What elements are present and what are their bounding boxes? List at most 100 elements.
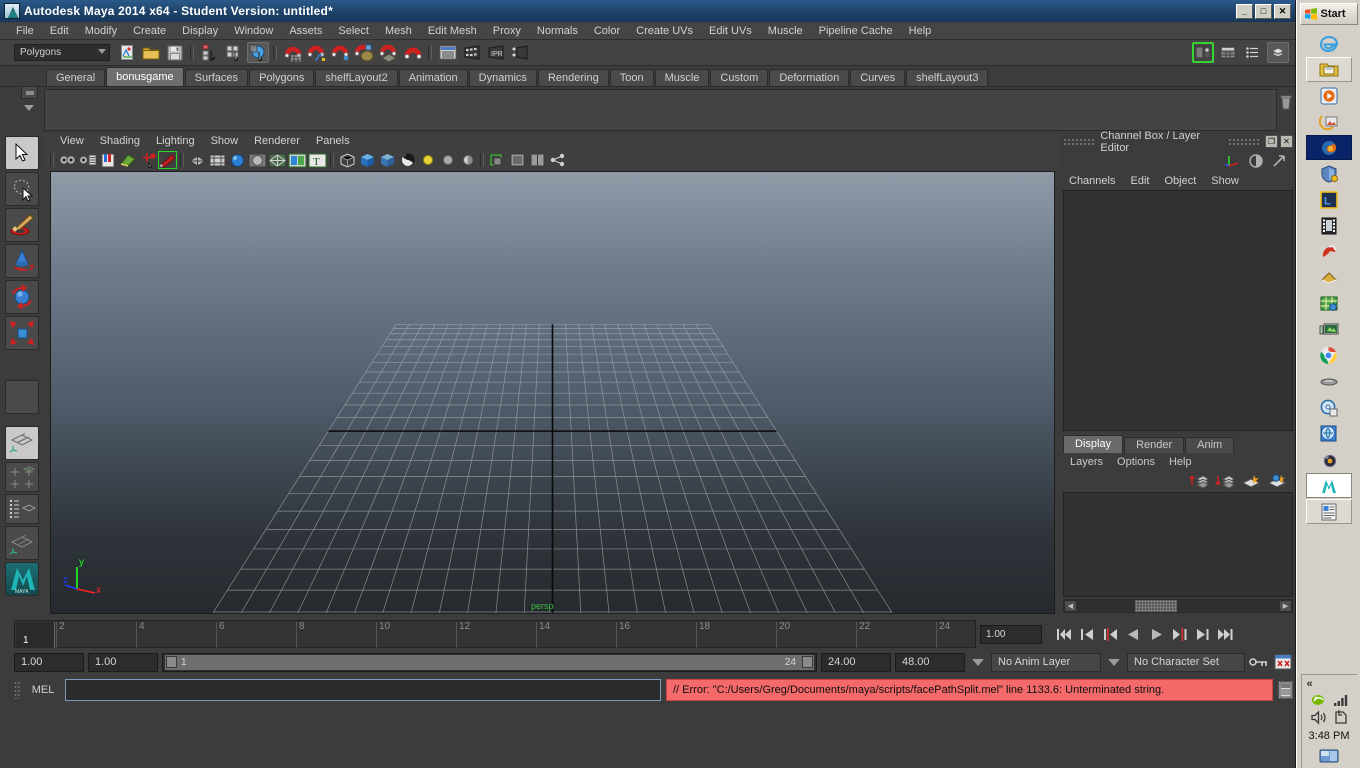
character-set-dropdown-icon[interactable] [1108,659,1120,666]
lighting-all-icon[interactable] [418,151,437,169]
menu-edit-mesh[interactable]: Edit Mesh [420,24,485,38]
render-current-frame-icon[interactable] [461,42,483,63]
channel-menu-edit[interactable]: Edit [1130,175,1158,187]
taskbar-clock[interactable]: 3:48 PM [1309,727,1350,744]
snap-to-projected-center-icon[interactable] [354,42,376,63]
chrome-icon[interactable] [1306,343,1352,368]
scroll-right-arrow-icon[interactable]: ▶ [1279,600,1292,612]
animation-preferences-icon[interactable] [1273,652,1293,672]
current-time-field[interactable]: 1.00 [980,625,1042,644]
panel-split-icon[interactable] [528,151,547,169]
new-layer-icon[interactable] [1241,473,1261,489]
scale-tool[interactable] [5,316,39,350]
maya-window-icon[interactable] [1306,473,1352,498]
select-by-object-icon[interactable] [223,42,245,63]
anim-layer-dropdown-icon[interactable] [972,659,984,666]
xray-joints-icon[interactable] [378,151,397,169]
time-slider[interactable]: 1 24681012141618202224 [14,620,976,648]
layer-menu-options[interactable]: Options [1110,456,1162,468]
paint-select-tool[interactable] [5,208,39,242]
go-to-start-icon[interactable] [1054,624,1074,644]
tab-render[interactable]: Render [1124,437,1184,453]
security-shield-icon[interactable] [1306,161,1352,186]
shelf-tab-shelflayout3[interactable]: shelfLayout3 [906,69,988,86]
transform-channels-icon[interactable] [1224,153,1241,169]
tab-anim[interactable]: Anim [1185,437,1234,453]
monitor-icon[interactable] [1306,317,1352,342]
character-set-field[interactable]: No Character Set [1127,653,1245,672]
last-tool-used[interactable] [5,380,39,414]
shelf-tab-animation[interactable]: Animation [399,69,468,86]
play-backwards-icon[interactable] [1123,624,1143,644]
smooth-shade-all-icon[interactable] [208,151,227,169]
menu-muscle[interactable]: Muscle [760,24,811,38]
step-forward-frame-icon[interactable] [1192,624,1212,644]
use-default-material-icon[interactable] [268,151,287,169]
grease-pencil-icon[interactable] [158,151,177,169]
range-slider-bar[interactable] [165,655,814,670]
menu-assets[interactable]: Assets [281,24,330,38]
menu-create[interactable]: Create [125,24,174,38]
command-input[interactable] [65,679,661,701]
channel-box-close-button[interactable]: ✕ [1280,135,1293,148]
internet-explorer-icon[interactable] [1306,31,1352,56]
save-scene-icon[interactable] [164,42,186,63]
bookmark-icon[interactable] [98,151,117,169]
layer-list[interactable] [1063,492,1293,597]
menu-mesh[interactable]: Mesh [377,24,420,38]
shelf-tab-general[interactable]: General [46,69,105,86]
menu-modify[interactable]: Modify [77,24,125,38]
map-icon[interactable] [1306,291,1352,316]
move-layer-up-icon[interactable] [1189,473,1209,489]
two-d-pan-zoom-icon[interactable] [138,151,157,169]
ipr-render-icon[interactable]: IPR [485,42,507,63]
scrollbar-track[interactable] [1077,600,1279,612]
range-slider-left-handle[interactable] [166,656,177,668]
channel-menu-show[interactable]: Show [1211,175,1248,187]
render-settings-icon[interactable] [509,42,531,63]
flat-shade-icon[interactable] [248,151,267,169]
isolate-select-icon[interactable] [488,151,507,169]
script-editor-icon[interactable] [1278,681,1293,699]
menu-normals[interactable]: Normals [529,24,586,38]
nvidia-icon[interactable] [1310,692,1327,707]
shadows-icon[interactable] [438,151,457,169]
single-perspective-layout[interactable] [5,426,39,460]
viewport-menu-lighting[interactable]: Lighting [148,135,203,147]
snap-to-curve-icon[interactable] [306,42,328,63]
snap-to-point-icon[interactable] [330,42,352,63]
blender-icon[interactable] [1306,447,1352,472]
lighting-default-icon[interactable] [398,151,417,169]
menu-display[interactable]: Display [174,24,226,38]
tab-display[interactable]: Display [1063,435,1123,453]
shelf-expand-arrow-icon[interactable] [24,105,34,111]
firefox-icon[interactable] [1306,135,1352,160]
show-desktop-icon[interactable] [1316,746,1342,766]
snap-to-view-plane-icon[interactable] [378,42,400,63]
layer-horizontal-scrollbar[interactable]: ◀ ▶ [1063,599,1293,613]
lightroom-icon[interactable]: L [1306,187,1352,212]
new-scene-icon[interactable] [116,42,138,63]
new-layer-from-selected-icon[interactable] [1267,473,1287,489]
menu-select[interactable]: Select [330,24,377,38]
channel-box-list[interactable] [1063,190,1293,431]
wireframe-icon[interactable] [188,151,207,169]
mouse-icon[interactable] [1306,369,1352,394]
current-frame-marker[interactable]: 1 [16,622,55,648]
smooth-shade-selected-icon[interactable] [228,151,247,169]
four-view-layout[interactable] [5,462,39,492]
menu-color[interactable]: Color [586,24,628,38]
channel-box-restore-button[interactable]: ❐ [1265,135,1278,148]
expand-icon[interactable] [1271,153,1287,169]
tray-overflow-icon[interactable]: « [1302,678,1313,690]
channel-box-icon[interactable] [1267,42,1289,63]
move-layer-down-icon[interactable] [1215,473,1235,489]
anim-layer-field[interactable]: No Anim Layer [991,653,1101,672]
disc-icon[interactable] [1306,395,1352,420]
network-icon[interactable] [1333,693,1349,707]
animation-end-time-field[interactable]: 48.00 [895,653,965,672]
shelf-tab-surfaces[interactable]: Surfaces [185,69,248,86]
shaded-cube-icon[interactable] [358,151,377,169]
shelf-tab-muscle[interactable]: Muscle [655,69,710,86]
render-view-icon[interactable] [437,42,459,63]
